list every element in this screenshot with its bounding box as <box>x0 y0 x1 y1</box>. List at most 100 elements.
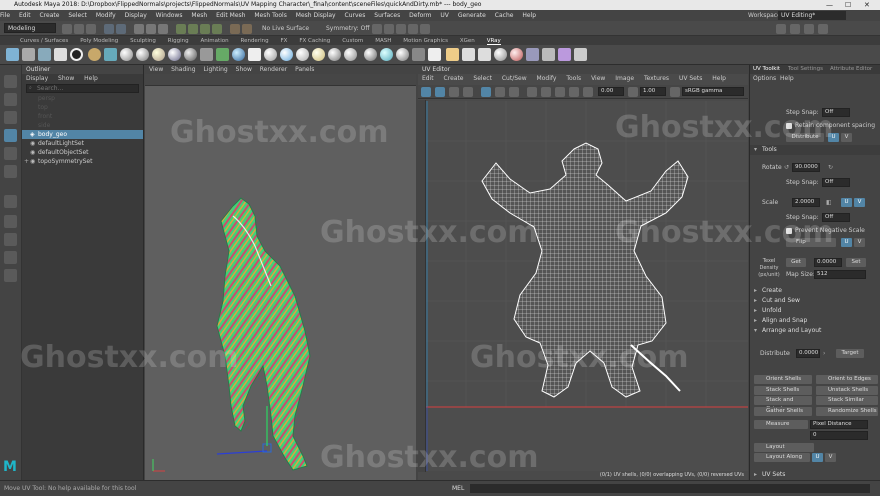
menu-mesh-display[interactable]: Mesh Display <box>296 12 336 19</box>
uv-exposure-field[interactable]: 0.00 <box>598 87 624 96</box>
shelf-tool-icon[interactable] <box>248 48 261 61</box>
layout-single-icon[interactable] <box>4 195 17 208</box>
viewport-menu-show[interactable]: Show <box>236 66 252 73</box>
shelf-tool-icon[interactable] <box>412 48 425 61</box>
shelf-tab[interactable]: Motion Graphics <box>403 38 448 44</box>
sidebar-toggle-icon[interactable] <box>776 24 786 34</box>
menu-deform[interactable]: Deform <box>409 12 431 19</box>
snap-grid-icon[interactable] <box>176 24 186 34</box>
menu-edit[interactable]: Edit <box>19 12 31 19</box>
shelf-tool-icon[interactable] <box>6 48 19 61</box>
section-arrange-and-layout[interactable]: Arrange and Layout <box>750 326 880 336</box>
history-icon[interactable] <box>230 24 240 34</box>
uv-toolbar-icon[interactable] <box>421 87 431 97</box>
shelf-tool-icon[interactable] <box>558 48 571 61</box>
scale-tool-icon[interactable] <box>4 165 17 178</box>
select-tool-icon[interactable] <box>4 75 17 88</box>
outliner-item[interactable]: top <box>22 103 143 112</box>
uv-toolbar-icon[interactable] <box>583 87 593 97</box>
layout-four-icon[interactable] <box>4 215 17 228</box>
uv-gamma-field[interactable]: 1.00 <box>640 87 666 96</box>
live-surface-label[interactable]: No Live Surface <box>262 24 309 34</box>
sphere-icon[interactable] <box>344 48 357 61</box>
menu-curves[interactable]: Curves <box>345 12 366 19</box>
uv-menu-select[interactable]: Select <box>473 75 492 82</box>
undo-icon[interactable] <box>104 24 114 34</box>
viewport-menu-shading[interactable]: Shading <box>171 66 195 73</box>
shelf-tab[interactable]: MASH <box>375 38 391 44</box>
render-view-icon[interactable] <box>384 24 394 34</box>
shelf-tool-icon[interactable] <box>104 48 117 61</box>
expand-icon[interactable]: + <box>24 157 29 166</box>
scale-u-button[interactable]: U <box>841 198 852 207</box>
layout-outliner-icon[interactable] <box>4 251 17 264</box>
section-align-and-snap[interactable]: Align and Snap <box>750 316 880 326</box>
render-settings-icon[interactable] <box>408 24 418 34</box>
outliner-item[interactable]: ◉ defaultLightSet <box>22 139 143 148</box>
uv-menu-create[interactable]: Create <box>444 75 464 82</box>
tool-settings-toggle-icon[interactable] <box>804 24 814 34</box>
move-tool-icon[interactable] <box>4 129 17 142</box>
sphere-icon[interactable] <box>364 48 377 61</box>
menu-file[interactable]: File <box>0 12 10 19</box>
snap-view-icon[interactable] <box>212 24 222 34</box>
shelf-tab[interactable]: Rigging <box>168 38 189 44</box>
viewport-menu-panels[interactable]: Panels <box>295 66 314 73</box>
menu-surfaces[interactable]: Surfaces <box>374 12 400 19</box>
menu-edit-mesh[interactable]: Edit Mesh <box>216 12 245 19</box>
shelf-tab[interactable]: Custom <box>342 38 363 44</box>
flip-v-button[interactable]: V <box>854 238 865 247</box>
tab-attribute-editor[interactable]: Attribute Editor <box>830 65 872 74</box>
sphere-icon[interactable] <box>510 48 523 61</box>
menu-create[interactable]: Create <box>40 12 60 19</box>
select-component-icon[interactable] <box>158 24 168 34</box>
shelf-tool-icon[interactable] <box>526 48 539 61</box>
uv-toolbar-icon[interactable] <box>509 87 519 97</box>
rotate-field[interactable]: 90.0000 <box>792 163 820 172</box>
maximize-icon[interactable]: ☐ <box>845 0 851 10</box>
orient-shells-button[interactable]: Orient Shells <box>754 375 812 384</box>
snap-curve-icon[interactable] <box>188 24 198 34</box>
layout-button[interactable]: Layout <box>754 443 814 452</box>
viewport-menu-renderer[interactable]: Renderer <box>260 66 287 73</box>
section-cut-and-sew[interactable]: Cut and Sew <box>750 296 880 306</box>
shelf-tab[interactable]: Curves / Surfaces <box>20 38 68 44</box>
outliner-menu-display[interactable]: Display <box>26 75 48 82</box>
uv-toolbar-icon[interactable] <box>569 87 579 97</box>
tab-uv-toolkit[interactable]: UV Toolkit <box>753 65 780 74</box>
uv-menu-image[interactable]: Image <box>615 75 634 82</box>
uv-toolbar-icon[interactable] <box>463 87 473 97</box>
outliner-menu-help[interactable]: Help <box>84 75 98 82</box>
uv-menu-tools[interactable]: Tools <box>566 75 581 82</box>
uv-menu-modify[interactable]: Modify <box>537 75 557 82</box>
uv-menu-textures[interactable]: Textures <box>644 75 669 82</box>
snap-point-icon[interactable] <box>200 24 210 34</box>
texel-set-button[interactable]: Set <box>846 258 866 267</box>
uv-canvas[interactable] <box>426 101 748 471</box>
rotate-tool-icon[interactable] <box>4 147 17 160</box>
menu-cache[interactable]: Cache <box>495 12 514 19</box>
light-icon[interactable] <box>446 48 459 61</box>
sphere-icon[interactable] <box>168 48 181 61</box>
scale-icon[interactable]: ◧ <box>826 198 832 208</box>
distribute-field[interactable]: 0.0000 <box>796 349 820 358</box>
shelf-tool-icon[interactable] <box>88 48 101 61</box>
outliner-item[interactable]: persp <box>22 94 143 103</box>
symmetry-label[interactable]: Symmetry: Off <box>326 24 369 34</box>
minimize-icon[interactable]: — <box>826 0 833 10</box>
distribute-v-button[interactable]: V <box>841 133 852 142</box>
sphere-icon[interactable] <box>136 48 149 61</box>
uv-toolbar-icon[interactable] <box>541 87 551 97</box>
shelf-tab[interactable]: Sculpting <box>130 38 156 44</box>
shelf-tab[interactable]: Poly Modeling <box>80 38 118 44</box>
menu-uv[interactable]: UV <box>440 12 449 19</box>
section-create[interactable]: Create <box>750 286 880 296</box>
uv-colorspace-dropdown[interactable]: sRGB gamma <box>682 87 744 96</box>
flip-u-button[interactable]: U <box>841 238 852 247</box>
randomize-shells-button[interactable]: Randomize Shells <box>816 407 878 416</box>
scale-v-button[interactable]: V <box>854 198 865 207</box>
uv-menu-help[interactable]: Help <box>712 75 726 82</box>
menu-display[interactable]: Display <box>125 12 147 19</box>
channel-box-toggle-icon[interactable] <box>818 24 828 34</box>
measure-value-field[interactable]: 0 <box>810 431 868 440</box>
